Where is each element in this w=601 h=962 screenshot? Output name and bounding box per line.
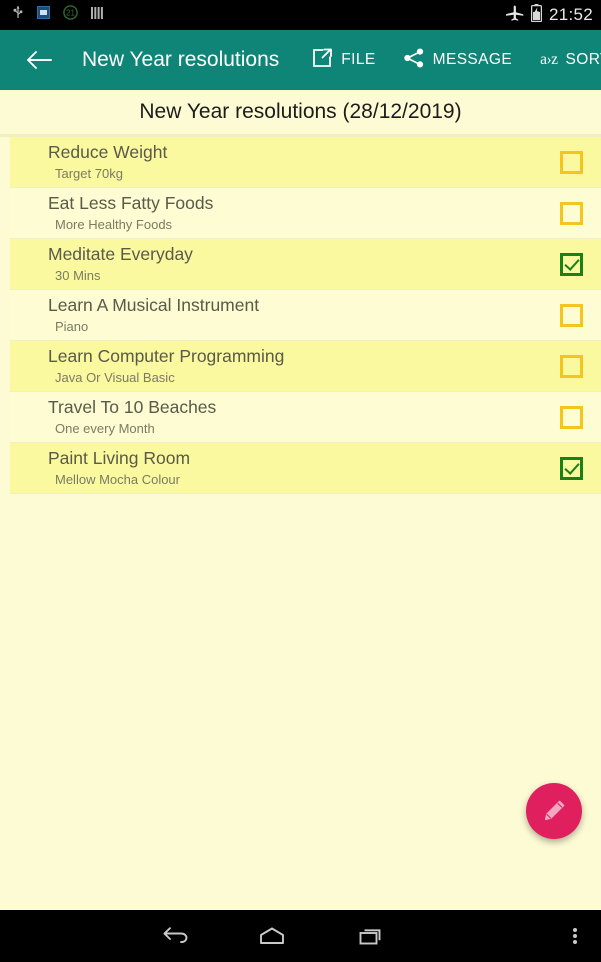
checkbox-checked-icon[interactable] (560, 456, 583, 480)
back-button[interactable] (22, 43, 56, 77)
a-to-z-sort-icon: a›z (540, 51, 558, 68)
battery-charging-icon (530, 3, 543, 27)
list-item-texts: Paint Living Room Mellow Mocha Colour (48, 448, 560, 487)
nav-back-icon (163, 927, 188, 944)
page-title: New Year resolutions (82, 48, 280, 71)
list-item[interactable]: Eat Less Fatty Foods More Healthy Foods (10, 188, 601, 239)
list-item-texts: Learn A Musical Instrument Piano (48, 295, 560, 334)
nav-home-icon (260, 927, 284, 944)
sd-card-icon (37, 6, 50, 24)
list-item-title: Paint Living Room (48, 448, 191, 469)
back-arrow-icon (27, 51, 52, 69)
list-header-title: New Year resolutions (28/12/2019) (139, 100, 462, 123)
list-item[interactable]: Learn Computer Programming Java Or Visual… (10, 341, 601, 392)
checkbox-unchecked-icon[interactable] (560, 303, 583, 327)
nav-back-button[interactable] (145, 910, 207, 962)
usb-icon (12, 5, 24, 26)
resolution-list: Reduce Weight Target 70kg Eat Less Fatty F… (0, 137, 601, 494)
list-item-subtitle: Java Or Visual Basic (55, 370, 175, 386)
list-item-title: Travel To 10 Beaches (48, 397, 217, 418)
nav-home-button[interactable] (241, 910, 303, 962)
signal-bars-icon (91, 6, 103, 25)
list-item-title: Reduce Weight (48, 142, 168, 163)
app-bar: New Year resolutions FILE MESSAGE a›z SO… (0, 30, 601, 90)
sort-action-label: SORT (565, 51, 601, 68)
add-resolution-fab[interactable] (526, 783, 582, 839)
status-bar-right: 21:52 (505, 3, 593, 27)
svg-text:21: 21 (66, 9, 75, 18)
share-nodes-icon (403, 47, 425, 74)
list-item[interactable]: Reduce Weight Target 70kg (10, 137, 601, 188)
list-item-texts: Reduce Weight Target 70kg (48, 142, 560, 181)
nav-overflow-button[interactable] (555, 910, 595, 962)
file-action-button[interactable]: FILE (311, 30, 375, 90)
checkbox-unchecked-icon[interactable] (560, 354, 583, 378)
nav-recents-icon (359, 929, 381, 945)
list-item-subtitle: Target 70kg (55, 166, 123, 182)
checkbox-checked-icon[interactable] (560, 252, 583, 276)
list-item-texts: Travel To 10 Beaches One every Month (48, 397, 560, 436)
list-header: New Year resolutions (28/12/2019) (0, 90, 601, 137)
share-export-icon (311, 47, 333, 74)
list-item-texts: Meditate Everyday 30 Mins (48, 244, 560, 283)
pencil-icon (544, 800, 565, 821)
list-item-subtitle: Mellow Mocha Colour (55, 472, 180, 488)
checkbox-unchecked-icon[interactable] (560, 150, 583, 174)
airplane-mode-icon (505, 3, 524, 27)
message-action-button[interactable]: MESSAGE (403, 30, 512, 90)
list-item[interactable]: Learn A Musical Instrument Piano (10, 290, 601, 341)
file-action-label: FILE (341, 51, 376, 68)
alarm-badge-icon: 21 (63, 5, 78, 25)
list-item-subtitle: More Healthy Foods (55, 217, 173, 233)
list-item-subtitle: Piano (55, 319, 89, 335)
list-item-texts: Eat Less Fatty Foods More Healthy Foods (48, 193, 560, 232)
android-nav-bar (0, 910, 601, 962)
list-item-subtitle: 30 Mins (55, 268, 101, 284)
status-bar-clock: 21:52 (548, 5, 593, 24)
checkbox-unchecked-icon[interactable] (560, 201, 583, 225)
checkbox-unchecked-icon[interactable] (560, 405, 583, 429)
list-item-title: Meditate Everyday (48, 244, 193, 265)
list-item[interactable]: Meditate Everyday 30 Mins (10, 239, 601, 290)
nav-recents-button[interactable] (341, 910, 403, 962)
list-item[interactable]: Paint Living Room Mellow Mocha Colour (10, 443, 601, 494)
message-action-label: MESSAGE (432, 51, 513, 68)
list-item-title: Learn A Musical Instrument (48, 295, 260, 316)
sort-action-button[interactable]: a›z SORT (540, 30, 601, 90)
list-item-texts: Learn Computer Programming Java Or Visual… (48, 346, 560, 385)
nav-overflow-icon (573, 926, 577, 946)
list-item-title: Learn Computer Programming (48, 346, 285, 367)
status-bar: 21 21:52 (0, 0, 601, 30)
status-bar-left-icons: 21 (12, 5, 103, 26)
list-item[interactable]: Travel To 10 Beaches One every Month (10, 392, 601, 443)
list-item-subtitle: One every Month (55, 421, 155, 437)
list-item-title: Eat Less Fatty Foods (48, 193, 214, 214)
